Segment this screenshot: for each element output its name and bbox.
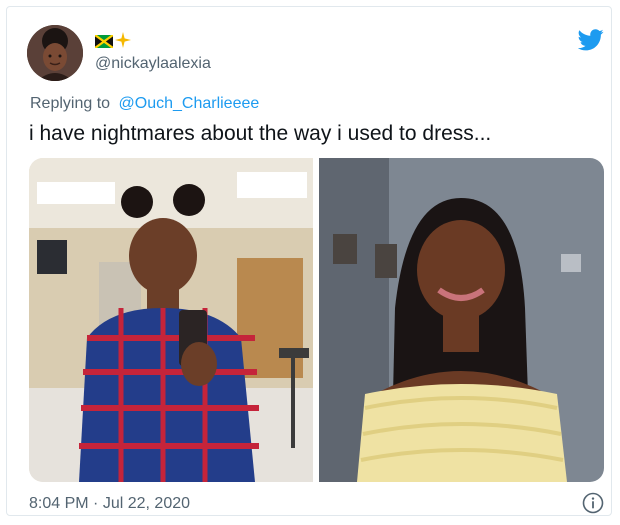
- replying-to-prefix: Replying to: [30, 95, 111, 112]
- info-icon[interactable]: [582, 492, 604, 514]
- tweet-time: 8:04 PM: [29, 495, 89, 512]
- photo-after[interactable]: [319, 158, 604, 482]
- replying-to-mention[interactable]: @Ouch_Charlieeee: [119, 95, 260, 112]
- tweet-timestamp[interactable]: 8:04 PM · Jul 22, 2020: [29, 495, 190, 513]
- tweet-card: @nickaylaalexia Replying to @Ouch_Charli…: [6, 6, 612, 516]
- replying-to-line: Replying to @Ouch_Charlieeee: [30, 95, 259, 113]
- user-handle[interactable]: @nickaylaalexia: [95, 55, 211, 73]
- photo-before[interactable]: [29, 158, 313, 482]
- avatar[interactable]: [27, 25, 83, 81]
- media-grid: [29, 158, 604, 482]
- jamaica-flag-icon: [95, 35, 113, 48]
- twitter-bird-icon: [578, 29, 604, 51]
- tweet-text: i have nightmares about the way i used t…: [29, 122, 492, 145]
- photo-before-image: [29, 158, 313, 482]
- photo-after-image: [319, 158, 604, 482]
- avatar-image: [27, 25, 83, 81]
- timestamp-separator: ·: [93, 495, 99, 512]
- sparkle-icon: [115, 32, 131, 48]
- tweet-date: Jul 22, 2020: [102, 495, 191, 512]
